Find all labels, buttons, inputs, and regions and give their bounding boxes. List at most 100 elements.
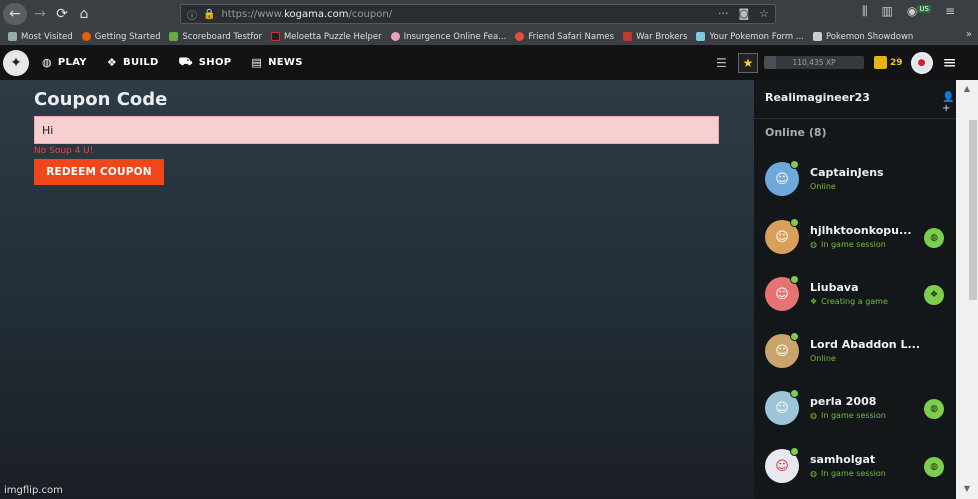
site-nav: ✦ ◍ PLAY ❖ BUILD ⛟ SHOP ▤ NEWS ☰ ★ 110,435 X… [0,45,978,80]
bookmark-item[interactable]: Your Pokemon Form ... [696,32,804,42]
bookmark-item[interactable]: Scoreboard Testfor [169,32,262,42]
firefox-icon [81,32,91,41]
back-arrow-icon[interactable]: ← [3,3,27,25]
bookmark-label: Insurgence Online Fea... [403,31,507,42]
join-game-button[interactable]: ◍ [924,399,944,419]
scroll-down-arrow-icon[interactable]: ▼ [956,480,978,496]
reload-icon[interactable]: ⟳ [51,3,73,25]
scrollbar[interactable]: ▲ ▼ [956,80,978,499]
error-message: No Soup 4 U! [34,146,94,156]
forward-arrow-icon[interactable]: → [29,3,51,25]
friend-status-text: Online [810,354,836,363]
friend-status: Online [810,354,836,363]
online-status-dot [790,389,799,398]
xp-bar: 110,435 XP [764,56,864,69]
sidebar-username[interactable]: Realimagineer23 [765,91,870,104]
scroll-up-arrow-icon[interactable]: ▲ [956,80,978,96]
gamepad-icon: ◍ [810,240,817,249]
friend-status: ◍ In game session [810,411,886,420]
coupon-input[interactable] [34,116,719,144]
redeem-coupon-button[interactable]: REDEEM COUPON [34,159,164,185]
friend-name[interactable]: perla 2008 [810,395,876,408]
bookmark-item[interactable]: Most Visited [8,32,73,42]
nav-label: SHOP [198,57,232,68]
friend-name[interactable]: hjlhktoonkopu... [810,224,912,237]
warbrokers-icon [623,32,633,41]
bookmarks-bar: Most Visited Getting Started Scoreboard … [0,28,978,45]
join-game-button[interactable]: ◍ [924,228,944,248]
friend-name[interactable]: CaptainJens [810,166,884,179]
info-icon[interactable]: ⓘ [187,7,197,22]
level-star-icon[interactable]: ★ [738,52,758,73]
main-content: Coupon Code No Soup 4 U! REDEEM COUPON i… [0,80,754,499]
xp-text: 110,435 XP [792,58,836,67]
extension-icon[interactable]: ◉ US [907,4,931,19]
library-icon[interactable]: ⫼ [862,4,868,19]
browser-toolbar: ← → ⟳ ⌂ ⓘ 🔒 https://www. kogama.com/coupo… [0,0,978,28]
gamepad-icon: ◍ [42,56,52,69]
pocket-icon[interactable]: ◙ [738,7,749,20]
chevron-right-icon[interactable]: » [966,29,972,40]
nav-build[interactable]: ❖ BUILD [107,56,159,69]
bookmark-label: Pokemon Showdown [825,31,914,42]
kogama-logo-icon[interactable]: ✦ [3,50,29,76]
nav-play[interactable]: ◍ PLAY [42,56,87,69]
friend-row[interactable]: ☺ Liubava ❖ Creating a game ❖ [754,275,956,334]
friend-row[interactable]: ☺ CaptainJens Online [754,160,956,219]
hamburger-menu-icon[interactable]: ≡ [945,4,955,19]
friend-row[interactable]: ☺ Lord Abaddon L... Online [754,332,956,391]
cubes-icon: ❖ [106,56,118,69]
bookmark-label: Most Visited [21,31,73,42]
friend-name[interactable]: Liubava [810,281,859,294]
bookmark-label: Getting Started [94,31,161,42]
scroll-thumb[interactable] [969,120,977,300]
online-status-dot [790,160,799,169]
friend-row[interactable]: ☺ hjlhktoonkopu... ◍ In game session ◍ [754,218,956,277]
gear-icon [8,32,17,41]
join-build-button[interactable]: ❖ [924,285,944,305]
home-icon[interactable]: ⌂ [73,3,95,25]
add-friend-icon[interactable]: 👤+ [942,92,956,114]
gamepad-icon: ◍ [810,469,817,478]
watermark: imgflip.com [4,485,63,496]
page-actions-icon[interactable]: ··· [718,7,729,20]
bookmark-label: Meloetta Puzzle Helper [283,31,382,42]
friend-row[interactable]: ☺ samholgat ◍ In game session ◍ [754,447,956,499]
nav-label: NEWS [268,57,303,68]
friend-row[interactable]: ☺ perla 2008 ◍ In game session ◍ [754,389,956,448]
nav-label: BUILD [123,57,159,68]
bookmark-item[interactable]: War Brokers [623,32,687,42]
sidebar-icon[interactable]: ▥ [882,4,893,19]
cart-icon: ⛟ [178,55,193,68]
lock-icon: 🔒 [203,8,216,20]
pig-icon [390,32,400,41]
bookmark-item[interactable]: Meloetta Puzzle Helper [270,31,382,42]
url-host: kogama.com [284,8,349,20]
gold-count: 29 [890,57,903,68]
friend-name[interactable]: samholgat [810,453,875,466]
online-header: Online (8) [765,126,827,139]
bookmark-item[interactable]: Getting Started [81,31,161,42]
friend-name[interactable]: Lord Abaddon L... [810,338,920,351]
friend-status-text: Creating a game [821,297,888,306]
friend-status: ◍ In game session [810,469,886,478]
online-status-dot [790,447,799,456]
chat-icon[interactable]: ☰ [716,56,736,70]
online-status-dot [790,275,799,284]
xp-fill [764,56,776,69]
join-game-button[interactable]: ◍ [924,457,944,477]
block-icon [169,32,179,41]
nav-label: PLAY [57,57,87,68]
avatar[interactable]: ● [910,51,933,74]
document-icon [696,32,706,41]
nav-news[interactable]: ▤ NEWS [251,56,302,69]
bookmark-star-icon[interactable]: ☆ [759,7,769,20]
bookmark-item[interactable]: Insurgence Online Fea... [390,31,507,42]
nav-shop[interactable]: ⛟ SHOP [179,55,232,70]
bookmark-label: Your Pokemon Form ... [709,31,804,42]
bookmark-item[interactable]: Friend Safari Names [515,32,614,42]
url-bar[interactable]: ⓘ 🔒 https://www. kogama.com/coupon/ ··· ◙… [180,4,776,24]
bookmark-item[interactable]: Pokemon Showdown [812,31,914,42]
friends-sidebar: Realimagineer23 👤+ Online (8) ☺ CaptainJ… [754,80,956,499]
hamburger-menu-icon[interactable]: ≡ [943,53,957,73]
